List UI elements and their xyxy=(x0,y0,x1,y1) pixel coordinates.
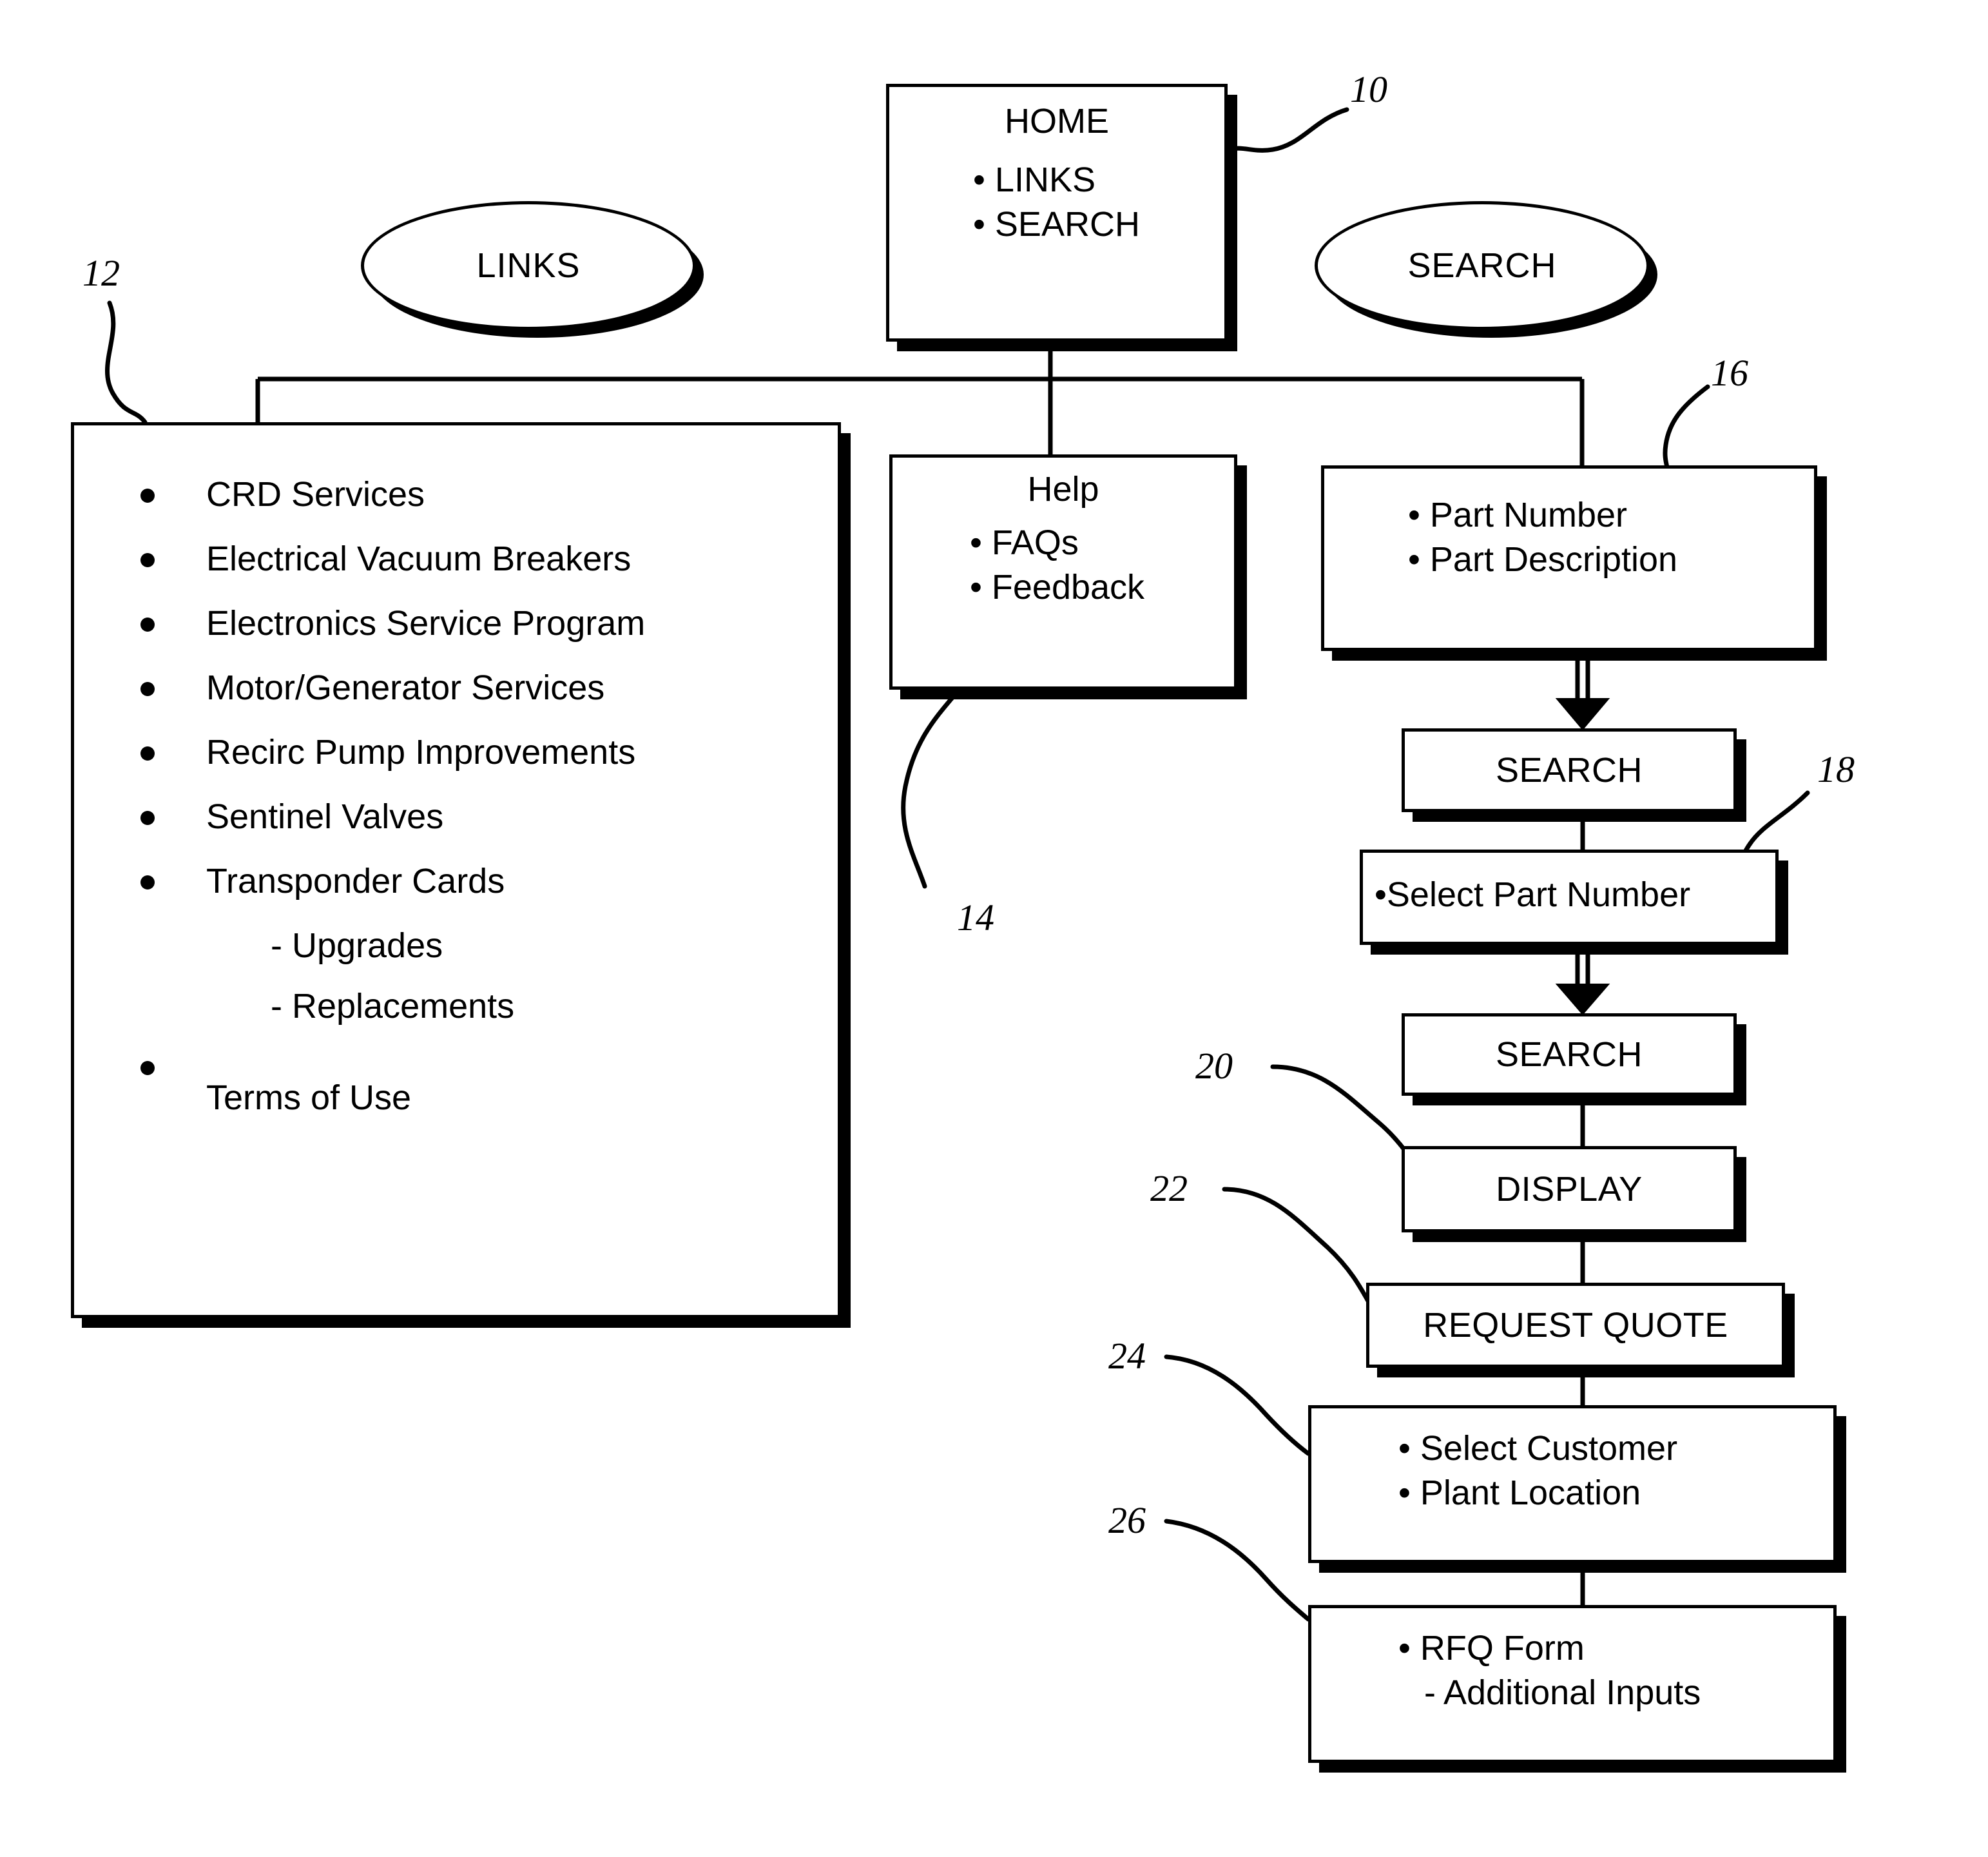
home-title: HOME xyxy=(1005,102,1109,141)
help-item-faqs[interactable]: • FAQs xyxy=(970,521,1234,565)
node-search-ellipse[interactable]: SEARCH xyxy=(1315,201,1650,330)
sub-item[interactable]: - Replacements xyxy=(135,989,645,1024)
list-item[interactable]: Electrical Vacuum Breakers xyxy=(135,541,645,576)
list-bullet-orphan xyxy=(135,1049,645,1075)
rfq-item-form[interactable]: • RFQ Form xyxy=(1398,1626,1833,1671)
search-ellipse-label: SEARCH xyxy=(1407,246,1557,285)
customer-item-plant[interactable]: • Plant Location xyxy=(1398,1471,1833,1515)
sub-item[interactable]: - Upgrades xyxy=(135,928,645,963)
home-item-links[interactable]: • LINKS xyxy=(973,158,1224,202)
links-ellipse-label: LINKS xyxy=(476,246,581,285)
list-item-terms[interactable]: Terms of Use xyxy=(135,1080,645,1115)
ref-22: 22 xyxy=(1150,1167,1188,1209)
node-home[interactable]: HOME • LINKS • SEARCH xyxy=(886,84,1228,342)
home-item-search[interactable]: • SEARCH xyxy=(973,202,1224,247)
rfq-item-inputs[interactable]: - Additional Inputs xyxy=(1398,1671,1833,1715)
ref-12: 12 xyxy=(82,252,120,294)
ref-18: 18 xyxy=(1817,748,1855,790)
help-title: Help xyxy=(1027,470,1099,509)
display-label: DISPLAY xyxy=(1496,1170,1643,1209)
node-help[interactable]: Help • FAQs • Feedback xyxy=(889,454,1237,690)
list-item[interactable]: Sentinel Valves xyxy=(135,799,645,834)
ref-14: 14 xyxy=(957,897,994,938)
node-rfq[interactable]: • RFQ Form - Additional Inputs xyxy=(1308,1605,1837,1763)
ref-26: 26 xyxy=(1108,1499,1146,1541)
search-2-label: SEARCH xyxy=(1495,1035,1643,1074)
part-search-item-number[interactable]: • Part Number xyxy=(1408,493,1814,538)
node-display[interactable]: DISPLAY xyxy=(1402,1146,1737,1232)
ref-24: 24 xyxy=(1108,1335,1146,1377)
ref-16: 16 xyxy=(1711,352,1748,394)
diagram-canvas: HOME • LINKS • SEARCH 10 LINKS SEARCH CR… xyxy=(0,0,1988,1857)
list-item[interactable]: CRD Services xyxy=(135,477,645,512)
part-search-item-description[interactable]: • Part Description xyxy=(1408,538,1814,582)
links-list: CRD Services Electrical Vacuum Breakers … xyxy=(135,477,645,1145)
ref-10: 10 xyxy=(1350,68,1387,110)
node-links-panel[interactable]: CRD Services Electrical Vacuum Breakers … xyxy=(71,422,841,1318)
select-part-label: •Select Part Number xyxy=(1375,875,1691,914)
list-item[interactable]: Transponder Cards xyxy=(135,864,645,899)
request-quote-label: REQUEST QUOTE xyxy=(1423,1306,1728,1345)
node-part-search[interactable]: • Part Number • Part Description xyxy=(1321,465,1817,651)
list-item[interactable]: Electronics Service Program xyxy=(135,606,645,641)
node-customer[interactable]: • Select Customer • Plant Location xyxy=(1308,1405,1837,1563)
node-links-ellipse[interactable]: LINKS xyxy=(361,201,696,330)
list-item[interactable]: Motor/Generator Services xyxy=(135,670,645,705)
list-item[interactable]: Recirc Pump Improvements xyxy=(135,735,645,770)
node-request-quote[interactable]: REQUEST QUOTE xyxy=(1366,1283,1785,1368)
node-search-2[interactable]: SEARCH xyxy=(1402,1013,1737,1096)
node-select-part[interactable]: •Select Part Number xyxy=(1360,850,1779,945)
customer-item-select[interactable]: • Select Customer xyxy=(1398,1426,1833,1471)
search-1-label: SEARCH xyxy=(1495,751,1643,790)
help-item-feedback[interactable]: • Feedback xyxy=(970,565,1234,610)
ref-20: 20 xyxy=(1195,1045,1233,1087)
node-search-1[interactable]: SEARCH xyxy=(1402,728,1737,812)
